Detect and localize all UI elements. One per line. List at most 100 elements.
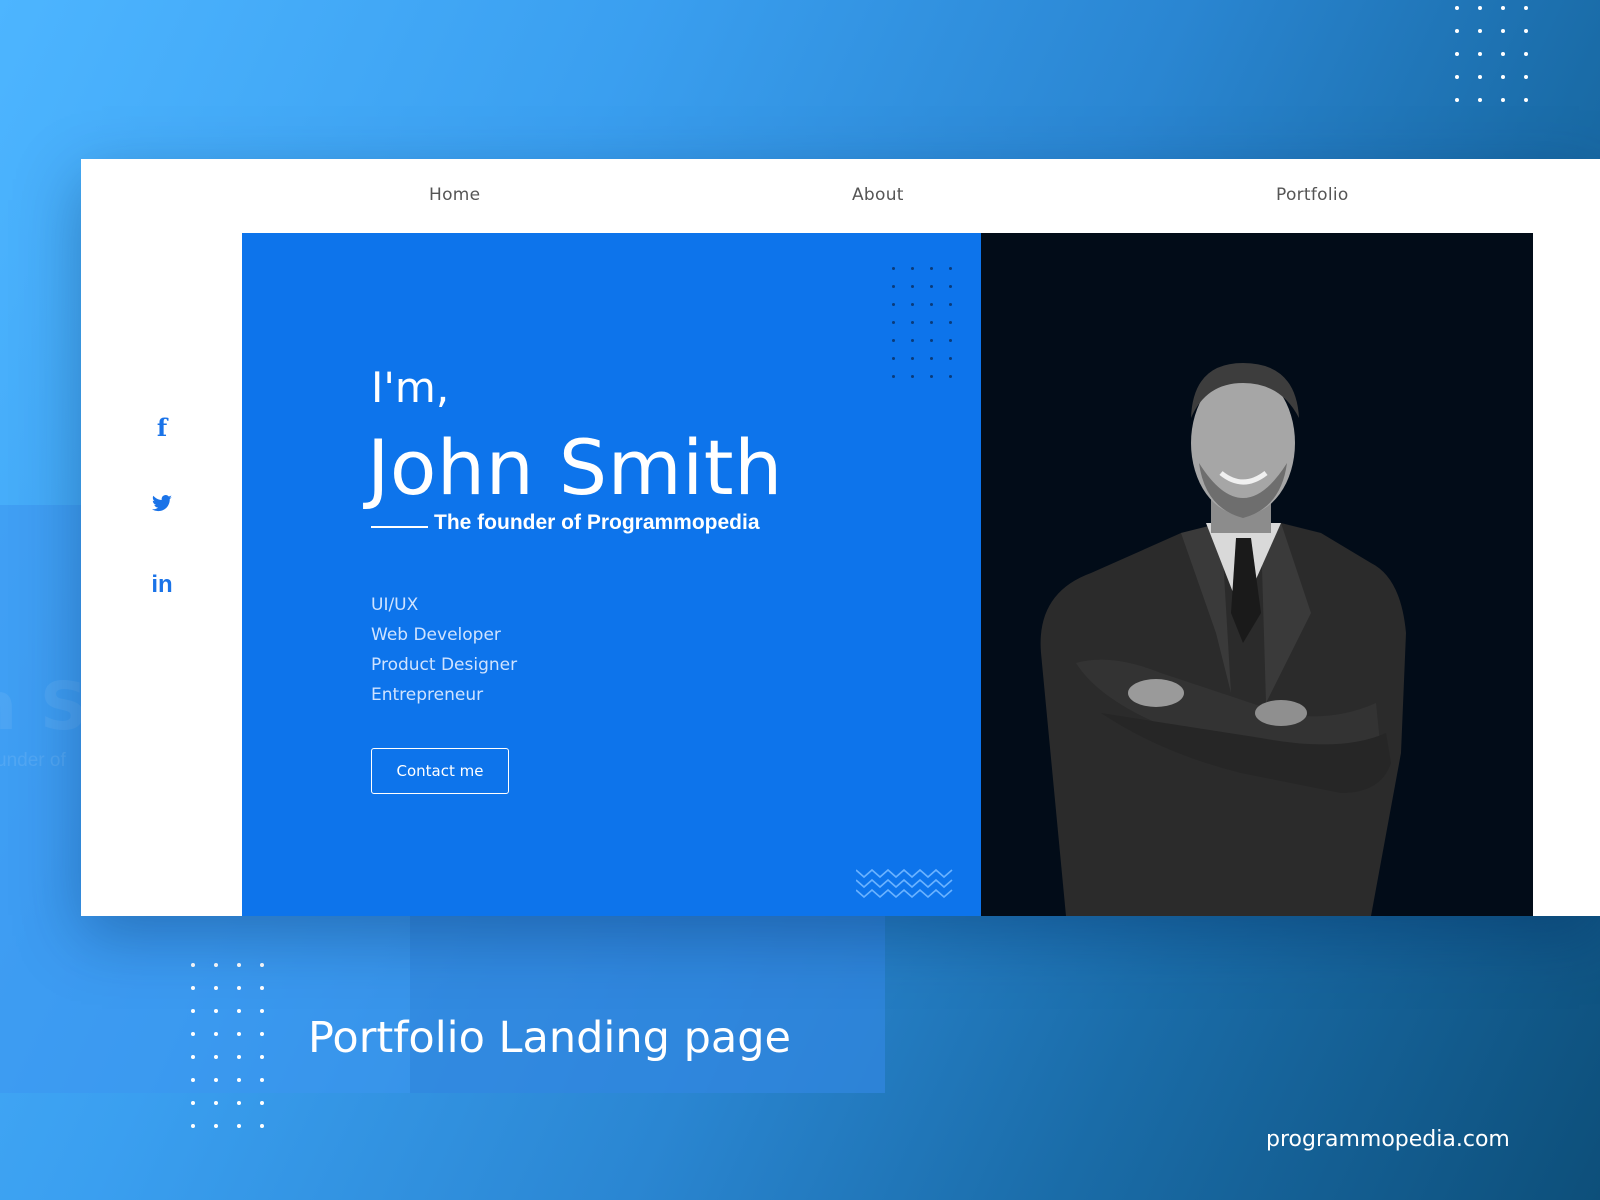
decorative-dot	[260, 986, 264, 990]
decorative-dot	[191, 986, 195, 990]
decorative-dot	[1501, 6, 1505, 10]
decorative-dot	[237, 1009, 241, 1013]
twitter-icon[interactable]	[145, 495, 179, 518]
decorative-dot	[911, 285, 914, 288]
decorative-dot	[214, 1009, 218, 1013]
decorative-dot	[237, 1101, 241, 1105]
decorative-dot	[1455, 52, 1459, 56]
decorative-dot	[892, 285, 895, 288]
decorative-dot	[214, 986, 218, 990]
role-item: Entrepreneur	[371, 685, 484, 705]
decorative-dot	[214, 1124, 218, 1128]
decorative-dot	[892, 267, 895, 270]
decorative-dot	[949, 321, 952, 324]
background-ghost-inner	[410, 915, 885, 1093]
decorative-dot	[237, 1055, 241, 1059]
hero-name: John Smith	[367, 423, 783, 512]
twitter-bird-icon	[152, 495, 172, 512]
nav-portfolio[interactable]: Portfolio	[1276, 185, 1349, 205]
decorative-dot	[949, 375, 952, 378]
top-navigation: Home About Portfolio	[81, 159, 1600, 233]
decorative-dot-grid-hero	[892, 267, 968, 378]
decorative-dot	[1524, 6, 1528, 10]
tagline-dash	[371, 526, 428, 528]
decorative-dot	[237, 1124, 241, 1128]
decorative-dot	[911, 267, 914, 270]
role-item: Product Designer	[371, 655, 518, 675]
decorative-dot	[930, 375, 933, 378]
site-url: programmopedia.com	[1266, 1127, 1510, 1152]
decorative-dot	[892, 321, 895, 324]
decorative-dot	[191, 1124, 195, 1128]
decorative-dot	[1478, 75, 1482, 79]
role-item: Web Developer	[371, 625, 501, 645]
decorative-dot	[1524, 75, 1528, 79]
decorative-dot	[191, 1009, 195, 1013]
decorative-dot	[911, 375, 914, 378]
decorative-dot	[191, 963, 195, 967]
roles-list: UI/UX Web Developer Product Designer Ent…	[371, 590, 517, 710]
decorative-dot	[1478, 52, 1482, 56]
decorative-dot	[911, 357, 914, 360]
decorative-dot	[949, 339, 952, 342]
decorative-dot	[214, 1032, 218, 1036]
landing-page-card: Home About Portfolio f in I'm, John Smit…	[81, 159, 1600, 916]
hero-tagline: The founder of Programmopedia	[434, 511, 760, 534]
decorative-dot	[930, 357, 933, 360]
decorative-dot	[892, 303, 895, 306]
decorative-dot	[1501, 52, 1505, 56]
decorative-dot	[214, 1055, 218, 1059]
decorative-dot	[237, 986, 241, 990]
decorative-dot	[1501, 75, 1505, 79]
decorative-dot	[260, 1101, 264, 1105]
decorative-dot	[1501, 98, 1505, 102]
portrait-photo	[1040, 363, 1406, 916]
decorative-dot	[260, 1078, 264, 1082]
decorative-dot	[260, 1009, 264, 1013]
decorative-dot	[930, 339, 933, 342]
decorative-dot	[260, 1124, 264, 1128]
decorative-dot	[260, 1032, 264, 1036]
decorative-dot	[1455, 29, 1459, 33]
decorative-dot	[1478, 6, 1482, 10]
decorative-dot	[892, 357, 895, 360]
decorative-dot	[214, 1078, 218, 1082]
nav-about[interactable]: About	[852, 185, 904, 205]
decorative-dot	[237, 1078, 241, 1082]
decorative-dot	[191, 1055, 195, 1059]
decorative-dot	[911, 303, 914, 306]
decorative-dot-grid-bottom	[191, 963, 283, 1128]
contact-me-button[interactable]: Contact me	[371, 748, 509, 794]
decorative-dot	[930, 321, 933, 324]
decorative-dot	[237, 1032, 241, 1036]
facebook-icon[interactable]: f	[145, 413, 179, 442]
decorative-dot	[1524, 52, 1528, 56]
zigzag-decoration-icon	[856, 868, 953, 898]
decorative-dot	[949, 357, 952, 360]
decorative-dot	[214, 963, 218, 967]
decorative-dot	[191, 1078, 195, 1082]
decorative-dot	[260, 1055, 264, 1059]
decorative-dot	[191, 1101, 195, 1105]
decorative-dot	[911, 321, 914, 324]
background-ghost-subtitle: under of	[0, 750, 66, 771]
decorative-dot	[1478, 98, 1482, 102]
decorative-dot	[1455, 6, 1459, 10]
decorative-dot	[892, 375, 895, 378]
decorative-dot	[930, 303, 933, 306]
nav-home[interactable]: Home	[429, 185, 480, 205]
hero-greeting: I'm,	[371, 363, 450, 412]
decorative-dot	[1501, 29, 1505, 33]
decorative-dot	[260, 963, 264, 967]
decorative-dot	[949, 267, 952, 270]
linkedin-icon[interactable]: in	[145, 571, 179, 599]
role-item: UI/UX	[371, 595, 419, 615]
decorative-dot	[892, 339, 895, 342]
decorative-dot	[214, 1101, 218, 1105]
decorative-dot	[930, 267, 933, 270]
decorative-dot	[1524, 29, 1528, 33]
decorative-dot	[930, 285, 933, 288]
decorative-dot	[1455, 75, 1459, 79]
decorative-dot	[237, 963, 241, 967]
background-ghost-name: n S	[0, 668, 88, 745]
